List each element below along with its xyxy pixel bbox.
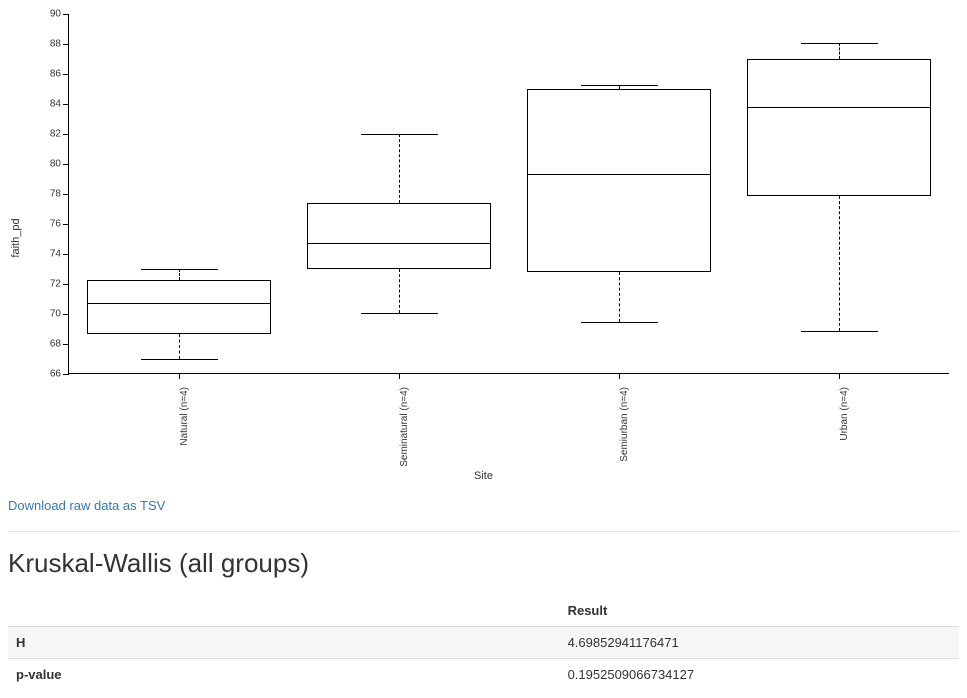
- whisker-lower: [619, 272, 620, 322]
- cap-max: [361, 134, 438, 135]
- x-tick-label: Natural (n=4): [179, 387, 190, 446]
- stat-value: 4.69852941176471: [560, 627, 959, 659]
- y-tick-label: 76: [50, 219, 61, 230]
- boxplot-chart: faith_pd 66687072747678808284868890Natur…: [8, 8, 959, 468]
- whisker-lower: [839, 196, 840, 331]
- x-tick-label: Urban (n=4): [839, 387, 850, 441]
- x-tick: [839, 373, 840, 379]
- stat-label: p-value: [8, 659, 560, 691]
- plot-area: 66687072747678808284868890Natural (n=4)S…: [68, 14, 949, 374]
- y-axis-label: faith_pd: [10, 218, 22, 257]
- median-line: [748, 107, 931, 108]
- whisker-lower: [179, 334, 180, 360]
- kruskal-heading: Kruskal-Wallis (all groups): [8, 548, 959, 579]
- cap-max: [801, 43, 878, 44]
- table-row: H4.69852941176471: [8, 627, 959, 659]
- y-tick-label: 86: [50, 69, 61, 80]
- x-axis-label: Site: [8, 470, 959, 482]
- box-group: [509, 14, 729, 373]
- y-tick-label: 68: [50, 339, 61, 350]
- cap-max: [581, 85, 658, 86]
- stat-value: 0.1952509066734127: [560, 659, 959, 691]
- whisker-upper: [839, 43, 840, 60]
- y-tick-label: 84: [50, 99, 61, 110]
- y-tick-label: 74: [50, 249, 61, 260]
- whisker-upper: [179, 269, 180, 280]
- y-tick-label: 90: [50, 9, 61, 20]
- x-tick: [179, 373, 180, 379]
- y-tick-label: 88: [50, 39, 61, 50]
- x-tick: [619, 373, 620, 379]
- y-tick-label: 72: [50, 279, 61, 290]
- table-header-result: Result: [560, 595, 959, 627]
- table-header-blank: [8, 595, 560, 627]
- y-tick-label: 70: [50, 309, 61, 320]
- x-tick-label: Seminatural (n=4): [399, 387, 410, 467]
- cap-min: [141, 359, 218, 360]
- y-tick: [63, 374, 69, 375]
- stat-label: H: [8, 627, 560, 659]
- cap-min: [801, 331, 878, 332]
- box: [747, 59, 932, 196]
- box-group: [69, 14, 289, 373]
- table-row: p-value0.1952509066734127: [8, 659, 959, 691]
- median-line: [88, 303, 271, 304]
- box: [87, 280, 272, 334]
- y-tick-label: 78: [50, 189, 61, 200]
- cap-min: [361, 313, 438, 314]
- median-line: [308, 243, 491, 244]
- x-tick-label: Semiurban (n=4): [619, 387, 630, 462]
- median-line: [528, 174, 711, 175]
- box: [527, 89, 712, 272]
- x-tick: [399, 373, 400, 379]
- box: [307, 203, 492, 269]
- kruskal-results-table: Result H4.69852941176471p-value0.1952509…: [8, 595, 959, 690]
- cap-max: [141, 269, 218, 270]
- divider: [8, 531, 959, 532]
- download-tsv-link[interactable]: Download raw data as TSV: [8, 498, 165, 513]
- box-group: [729, 14, 949, 373]
- box-group: [289, 14, 509, 373]
- cap-min: [581, 322, 658, 323]
- whisker-lower: [399, 269, 400, 313]
- whisker-upper: [399, 134, 400, 203]
- y-tick-label: 82: [50, 129, 61, 140]
- y-tick-label: 80: [50, 159, 61, 170]
- y-tick-label: 66: [50, 369, 61, 380]
